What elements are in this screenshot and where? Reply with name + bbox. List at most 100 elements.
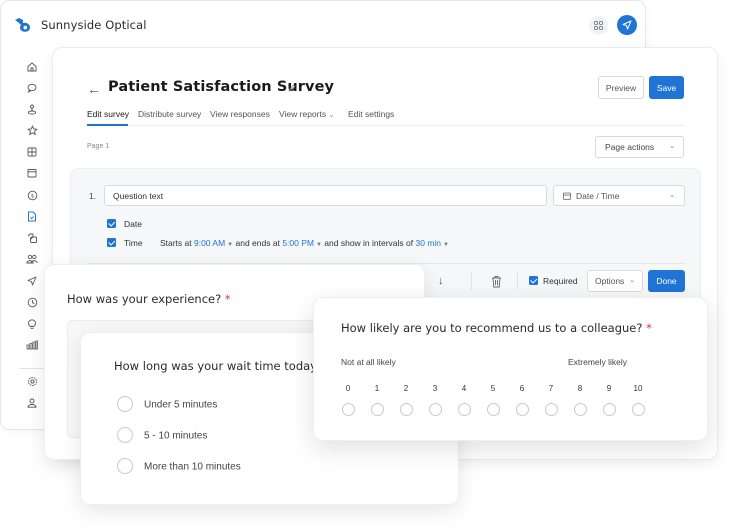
nps-option-label: 7: [548, 384, 554, 393]
nps-option-8[interactable]: 8: [573, 384, 587, 416]
send-button[interactable]: [617, 15, 637, 35]
nps-question-title: How likely are you to recommend us to a …: [341, 321, 652, 335]
required-checkbox[interactable]: [529, 276, 538, 286]
toolbar-separator: [517, 272, 518, 290]
radio-button[interactable]: [428, 403, 442, 416]
page-actions-dropdown[interactable]: Page actions ⌄: [595, 136, 684, 158]
tags-icon: [27, 233, 37, 243]
time-checkbox[interactable]: [107, 238, 116, 248]
back-arrow-icon[interactable]: ←: [87, 81, 101, 97]
end-time-dropdown[interactable]: 5:00 PM ▼: [282, 238, 322, 248]
nps-high-label: Extremely likely: [568, 357, 628, 367]
tab-view-responses[interactable]: View responses: [210, 109, 270, 119]
radio-button[interactable]: [117, 396, 133, 412]
radio-button[interactable]: [631, 403, 645, 416]
required-toggle[interactable]: Required: [529, 276, 578, 286]
radio-option-label: More than 10 minutes: [144, 461, 241, 473]
required-asterisk: *: [646, 321, 652, 335]
sidebar-item-payments[interactable]: $: [21, 187, 43, 203]
save-button[interactable]: Save: [649, 76, 684, 99]
sidebar-item-reviews[interactable]: [21, 122, 43, 138]
nps-option-4[interactable]: 4: [457, 384, 471, 416]
nps-option-3[interactable]: 3: [428, 384, 442, 416]
question-type-dropdown[interactable]: Date / Time ⌄: [553, 185, 685, 206]
document-icon: [28, 211, 36, 221]
nps-option-7[interactable]: 7: [544, 384, 558, 416]
question-text-input[interactable]: Question text: [104, 185, 547, 206]
sidebar-item-contacts[interactable]: [21, 251, 43, 267]
radio-button[interactable]: [117, 458, 133, 474]
calendar-icon: [563, 192, 571, 200]
sidebar-item-history[interactable]: [21, 294, 43, 310]
radio-option[interactable]: 5 - 10 minutes: [117, 427, 207, 444]
sidebar-item-tags[interactable]: [21, 230, 43, 246]
interval-dropdown[interactable]: 30 min ▼: [416, 238, 449, 248]
radio-button[interactable]: [515, 403, 529, 416]
send-icon: [27, 276, 37, 286]
date-option[interactable]: Date: [107, 219, 142, 229]
radio-button[interactable]: [370, 403, 384, 416]
nps-option-5[interactable]: 5: [486, 384, 500, 416]
nps-option-label: 0: [345, 384, 351, 393]
trash-icon[interactable]: [491, 275, 502, 288]
nps-option-label: 3: [432, 384, 438, 393]
move-down-icon[interactable]: ↓: [438, 275, 444, 287]
done-button[interactable]: Done: [648, 270, 685, 292]
radio-button[interactable]: [399, 403, 413, 416]
options-dropdown[interactable]: Options ⌄: [587, 270, 643, 292]
nps-option-label: 10: [633, 384, 643, 393]
nps-option-6[interactable]: 6: [515, 384, 529, 416]
radio-button[interactable]: [117, 427, 133, 443]
tab-view-reports[interactable]: View reports ⌄: [279, 109, 334, 119]
sidebar-item-settings[interactable]: [21, 373, 43, 389]
caret-down-icon: ▼: [227, 242, 234, 248]
end-time-value: 5:00 PM: [282, 238, 314, 248]
sidebar-item-calendar[interactable]: [21, 165, 43, 181]
nps-option-0[interactable]: 0: [341, 384, 355, 416]
radio-button[interactable]: [341, 403, 355, 416]
starts-at-label: Starts at: [159, 238, 192, 248]
start-time-dropdown[interactable]: 9:00 AM ▼: [194, 238, 233, 248]
brand-logo-icon: [15, 18, 30, 32]
nps-low-label: Not at all likely: [341, 357, 396, 367]
preview-button[interactable]: Preview: [598, 76, 644, 99]
nps-option-9[interactable]: 9: [602, 384, 616, 416]
page-title: Patient Satisfaction Survey: [108, 79, 335, 95]
apps-grid-button[interactable]: [589, 16, 608, 35]
radio-button[interactable]: [486, 403, 500, 416]
radio-button[interactable]: [602, 403, 616, 416]
active-tab-indicator: [87, 124, 128, 126]
sidebar-item-surveys[interactable]: [21, 208, 43, 224]
sidebar-item-chat[interactable]: [21, 80, 43, 96]
date-checkbox[interactable]: [107, 219, 116, 229]
caret-down-icon: ▼: [443, 242, 449, 248]
chevron-down-icon: ⌄: [328, 112, 335, 119]
sidebar-item-insights[interactable]: [21, 316, 43, 332]
tab-edit-settings[interactable]: Edit settings: [348, 109, 394, 119]
tab-distribute-survey[interactable]: Distribute survey: [138, 109, 201, 119]
nps-option-2[interactable]: 2: [399, 384, 413, 416]
experience-question-text: How was your experience?: [67, 292, 222, 306]
nps-option-1[interactable]: 1: [370, 384, 384, 416]
radio-button[interactable]: [544, 403, 558, 416]
required-asterisk: *: [224, 292, 231, 306]
sidebar-divider: [19, 368, 45, 369]
pencil-icon[interactable]: [288, 84, 296, 92]
chevron-down-icon: ⌄: [669, 143, 675, 150]
sidebar-item-campaigns[interactable]: [21, 273, 43, 289]
nps-option-label: 1: [374, 384, 380, 393]
tab-view-reports-label: View reports: [279, 109, 327, 119]
tab-edit-survey[interactable]: Edit survey: [87, 109, 129, 119]
radio-button[interactable]: [457, 403, 471, 416]
nps-option-label: 4: [461, 384, 467, 393]
radio-option[interactable]: Under 5 minutes: [117, 396, 217, 413]
sidebar-item-home[interactable]: [21, 59, 43, 75]
sidebar-item-profile[interactable]: [21, 395, 43, 411]
sidebar-item-reports[interactable]: [21, 337, 43, 353]
radio-option[interactable]: More than 10 minutes: [117, 458, 241, 475]
nps-option-10[interactable]: 10: [631, 384, 645, 416]
wait-time-question-title: How long was your wait time today?: [114, 359, 324, 373]
radio-button[interactable]: [573, 403, 587, 416]
sidebar-item-location[interactable]: [21, 101, 43, 117]
sidebar-item-widgets[interactable]: [21, 144, 43, 160]
